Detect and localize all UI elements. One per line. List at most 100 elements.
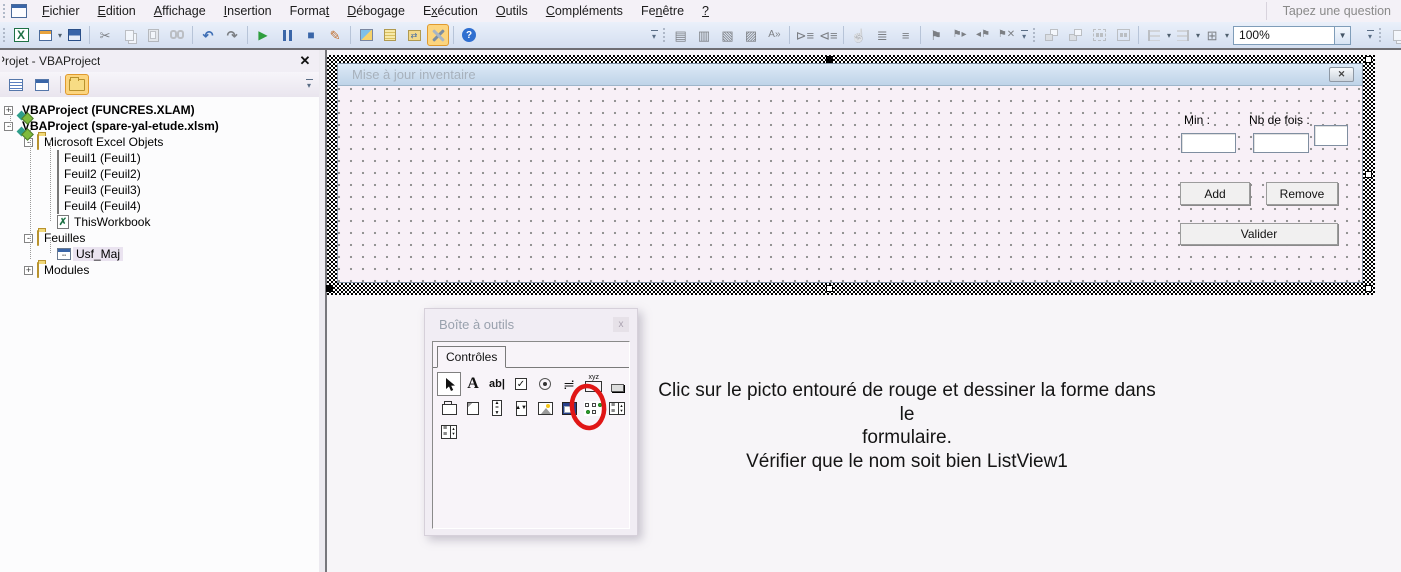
break-icon[interactable] [276,24,298,46]
toolbar-drag-handle[interactable] [1032,27,1037,43]
insert-userform-dropdown-icon[interactable]: ▾ [58,31,62,40]
tabstrip-tool-icon[interactable] [437,396,461,420]
properties-window-icon[interactable] [379,24,401,46]
togglebutton-tool-icon[interactable]: ≓ [557,372,581,396]
tree-expand-icon[interactable]: - [4,121,13,131]
insert-userform-icon[interactable] [34,24,56,46]
menu-dbogage[interactable]: Débogage [338,2,414,20]
toolbar-options-icon[interactable]: ▾ [1364,25,1376,45]
menu-outils[interactable]: Outils [487,2,537,20]
refedit-tool-icon[interactable] [557,396,581,420]
imagecombo-tool-icon[interactable]: ≡ ≡ ▲ ▼ [605,396,629,420]
multipage-tool-icon[interactable] [461,396,485,420]
menu-edition[interactable]: Edition [89,2,145,20]
userform-icon: ▪▪ [57,248,71,260]
close-icon[interactable]: ✕ [295,53,315,70]
commandbutton-tool-icon[interactable] [605,372,629,396]
center-dropdown-icon[interactable]: ▾ [1196,31,1200,40]
userform-selection-border[interactable]: Mise à jour inventaire ✕ Min : Nb de foi… [327,55,1375,295]
arrange-buttons-dropdown-icon[interactable]: ▾ [1225,31,1229,40]
menu-format[interactable]: Format [281,2,339,20]
scrollbar-tool-icon[interactable]: ▲ = ▼ [485,396,509,420]
toggle-folders-icon[interactable] [65,74,89,95]
tree-item-thisworkbook[interactable]: ✗ ThisWorkbook [0,214,319,230]
tree-expand-icon[interactable]: - [24,233,33,243]
resize-handle-bottom-left[interactable] [326,285,333,292]
toolbar-drag-handle[interactable] [1378,27,1383,43]
checkbox-tool-icon[interactable]: ✓ [509,372,533,396]
menu-fentre[interactable]: Fenêtre [632,2,693,20]
menu-?[interactable]: ? [693,2,718,20]
question-box[interactable]: Tapez une question [1265,2,1401,20]
treeview-tool-icon[interactable]: ≡ ≡ ▲ ▼ [437,420,461,444]
menu-insertion[interactable]: Insertion [215,2,281,20]
align-dropdown-icon[interactable]: ▾ [1167,31,1171,40]
tree-item-modules[interactable]: + Modules [0,262,319,278]
image-tool-icon[interactable] [533,396,557,420]
panel-splitter[interactable] [319,50,327,572]
panel-options-icon[interactable]: ▾ [303,75,315,95]
tab-controles[interactable]: Contrôles [437,346,507,368]
min-input[interactable] [1181,133,1236,153]
tree-item-vbaproject-funcres-xlam[interactable]: + VBAProject (FUNCRES.XLAM) [0,102,319,118]
tree-expand-icon[interactable]: + [24,265,33,275]
view-object-icon[interactable] [30,74,54,95]
toolbar-options-icon[interactable]: ▾ [1018,25,1030,45]
object-browser-icon[interactable]: ⇄ [403,24,425,46]
zoom-dropdown-icon[interactable]: ▼ [1334,26,1351,44]
excel-icon[interactable]: X [10,24,32,46]
save-icon[interactable] [63,24,85,46]
help-icon[interactable]: ? [458,24,480,46]
tree-item-feuilles[interactable]: - Feuilles [0,230,319,246]
resize-handle-top-center[interactable] [826,56,833,63]
valider-button[interactable]: Valider [1180,223,1338,245]
menu-fichier[interactable]: Fichier [33,2,89,20]
remove-button[interactable]: Remove [1266,182,1338,205]
tree-item-feuil2-feuil2[interactable]: Feuil2 (Feuil2) [0,166,319,182]
worksheet-icon [57,182,59,198]
tree-item-feuil1-feuil1[interactable]: Feuil1 (Feuil1) [0,150,319,166]
toolbox-icon[interactable] [427,24,450,46]
menu-excution[interactable]: Exécution [414,2,487,20]
spinbutton-tool-icon[interactable]: ▲▼ [509,396,533,420]
add-button[interactable]: Add [1180,182,1250,205]
tree-item-vbaproject-spare-yal-etude-xlsm[interactable]: - VBAProject (spare-yal-etude.xlsm) [0,118,319,134]
tree-item-feuil4-feuil4[interactable]: Feuil4 (Feuil4) [0,198,319,214]
zoom-combo[interactable]: 100% ▼ [1233,25,1352,45]
userform-close-icon[interactable]: ✕ [1329,67,1354,82]
toolbar-separator [247,26,249,44]
menu-complments[interactable]: Compléments [537,2,632,20]
resize-handle-bottom-center[interactable] [826,285,833,292]
tree-item-usf-maj[interactable]: ▪▪ Usf_Maj [0,246,319,262]
toolbar-drag-handle[interactable] [2,27,7,43]
project-explorer-panel: Projet - VBAProject ✕ ▾ + VBAProject (FUN… [0,50,319,572]
menu-affichage[interactable]: Affichage [145,2,215,20]
reset-icon[interactable]: ■ [300,24,322,46]
select-tool-icon[interactable] [437,372,461,396]
resize-handle-right-middle[interactable] [1365,171,1372,178]
resize-handle-top-right[interactable] [1365,56,1372,63]
listview-tool-icon[interactable] [581,396,605,420]
menubar-drag-handle[interactable] [2,3,7,19]
toolbox-close-icon[interactable]: x [613,316,629,332]
nb-de-fois-input[interactable] [1253,133,1309,153]
toolbar-options-icon[interactable]: ▾ [648,25,660,45]
extra-input[interactable] [1314,125,1348,146]
label-tool-icon[interactable]: A [461,372,485,396]
project-explorer-icon[interactable] [355,24,377,46]
resize-handle-bottom-right[interactable] [1365,285,1372,292]
textbox-tool-icon[interactable]: ab| [485,372,509,396]
toolbox-titlebar[interactable]: Boîte à outils x [425,309,637,339]
folder-open-icon [37,134,39,150]
tree-item-microsoft-excel-objets[interactable]: - Microsoft Excel Objets [0,134,319,150]
optionbutton-tool-icon[interactable] [533,372,557,396]
frame-tool-icon[interactable] [581,372,605,396]
tree-item-feuil3-feuil3[interactable]: Feuil3 (Feuil3) [0,182,319,198]
userform-body[interactable]: Min : Nb de fois : Add Remove Valider [338,86,1362,282]
run-icon[interactable]: ▶ [252,24,274,46]
design-mode-icon[interactable]: ✎ [324,24,346,46]
view-code-icon[interactable] [4,74,28,95]
tree-expand-icon[interactable]: + [4,105,13,115]
toolbar-drag-handle[interactable] [662,27,667,43]
undo-icon[interactable]: ↶ [197,24,219,46]
